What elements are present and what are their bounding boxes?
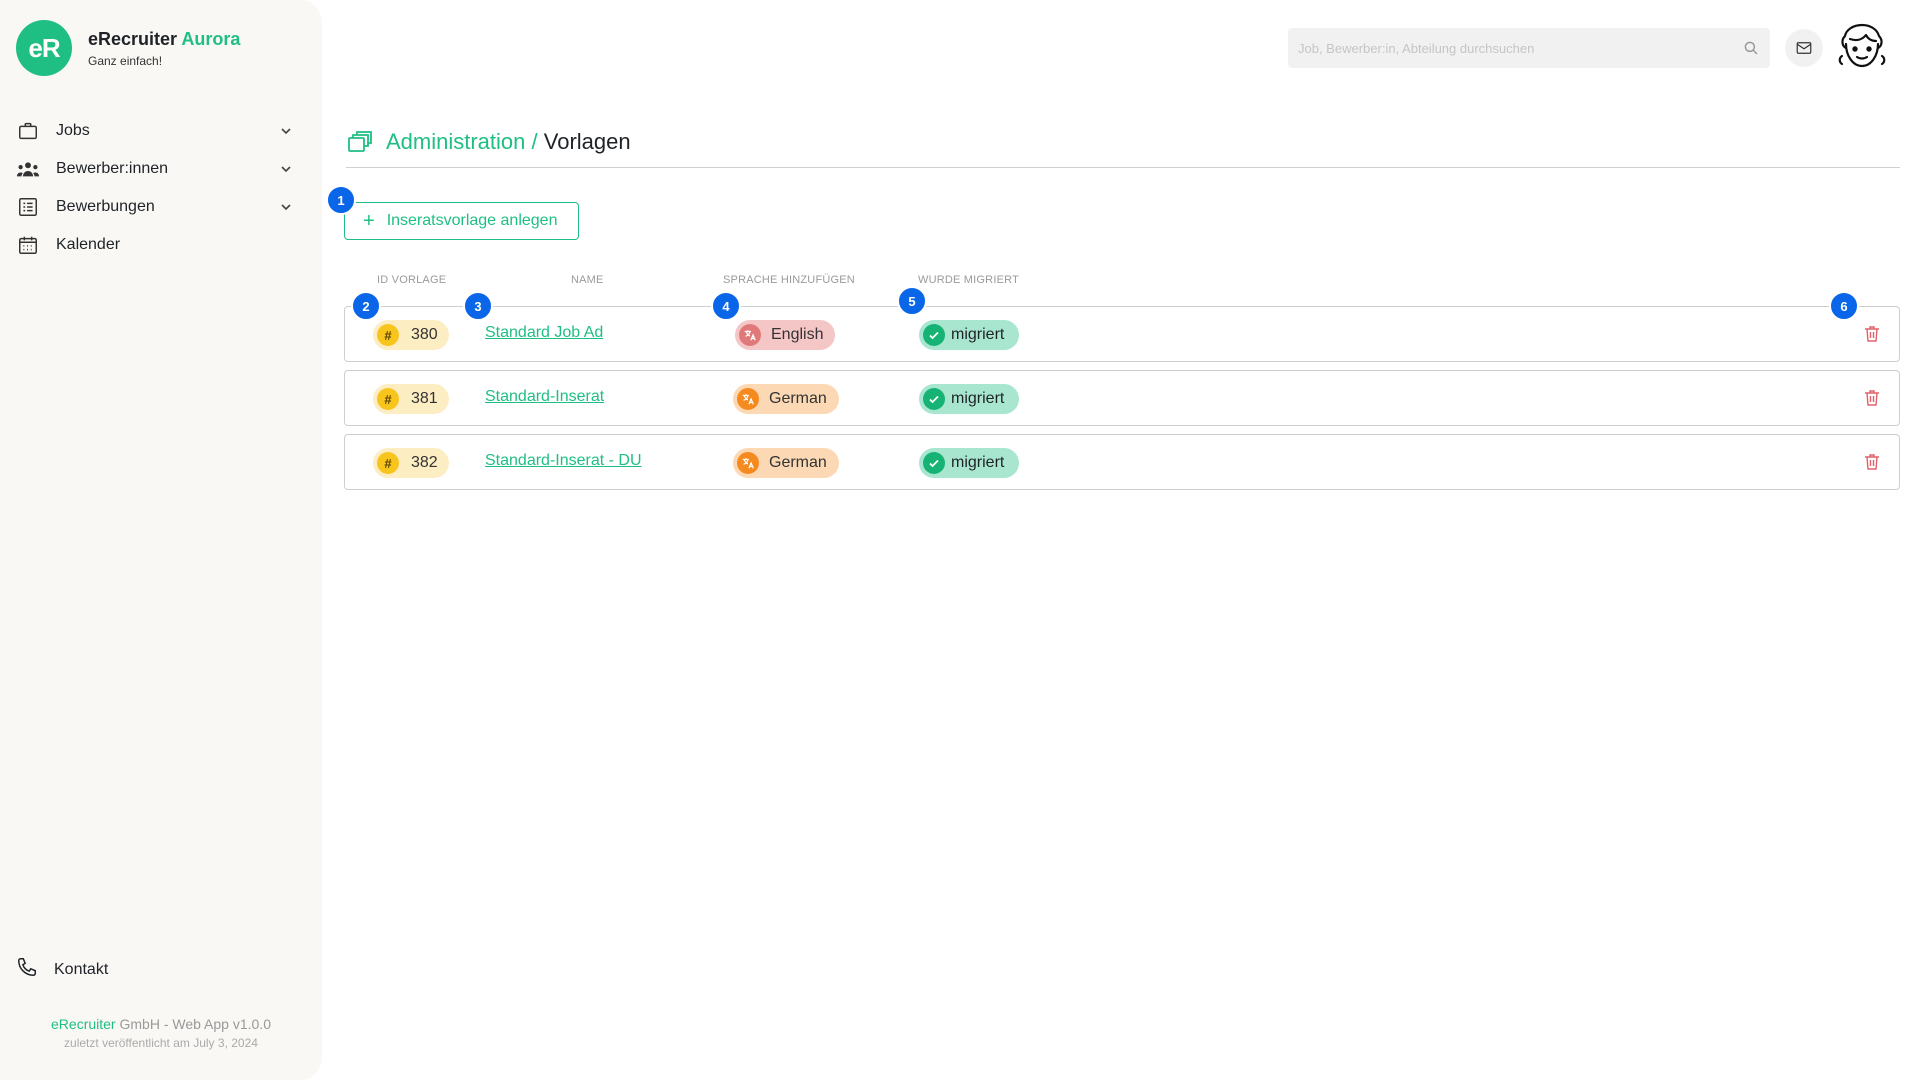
column-header-language: SPRACHE HINZUFÜGEN [723,274,855,286]
translate-icon [737,388,759,410]
template-id-badge: # 381 [373,384,449,414]
sidebar-item-label: Jobs [56,122,90,139]
migrated-badge: migriert [919,448,1019,478]
sidebar-item-label: Kalender [56,236,121,253]
trash-icon [1865,454,1879,470]
footer-company: eRecruiter GmbH - Web App v1.0.0 [0,1016,322,1032]
messages-button[interactable] [1785,29,1823,67]
breadcrumb: Administration / Vorlagen [386,129,631,155]
language-label: English [771,326,824,343]
plus-icon: + [363,210,375,232]
sidebar-item-kalender[interactable]: Kalender [0,226,322,264]
brand-name-main: eRecruiter [88,28,178,49]
chevron-down-icon[interactable] [278,199,294,215]
page-header: Administration / Vorlagen [346,128,631,156]
brand[interactable]: eR eRecruiter Aurora Ganz einfach! [16,20,240,76]
page-title: Vorlagen [543,129,631,154]
translate-icon [737,452,759,474]
add-template-button[interactable]: + Inseratsvorlage anlegen [344,202,579,240]
people-icon [16,157,40,181]
trash-icon [1865,326,1879,342]
brand-name: eRecruiter Aurora [88,29,240,50]
list-icon [16,195,40,219]
language-label: German [769,390,827,407]
chevron-down-icon[interactable] [278,161,294,177]
sidebar-footer: eRecruiter GmbH - Web App v1.0.0 zuletzt… [0,1016,322,1050]
delete-template-button[interactable] [1861,323,1883,345]
sidebar-item-bewerbungen[interactable]: Bewerbungen [0,188,322,226]
annotation-marker-6: 6 [1829,291,1859,321]
annotation-marker-5: 5 [897,286,927,316]
column-header-id: ID VORLAGE [377,274,447,286]
table-row: # 382 Standard-Inserat - DU German migri… [344,434,1900,490]
hash-icon: # [377,388,399,410]
column-header-migrated: WURDE MIGRIERT [918,274,1019,286]
translate-icon [739,324,761,346]
search-icon[interactable] [1742,39,1760,57]
migrated-label: migriert [951,454,1005,471]
logo: eR [16,20,72,76]
sidebar: eR eRecruiter Aurora Ganz einfach! Jobs … [0,0,322,1080]
sidebar-item-kontakt[interactable]: Kontakt [16,956,108,983]
search-input[interactable] [1298,40,1742,56]
check-icon [923,388,945,410]
table-row: # 380 Standard Job Ad English migriert [344,306,1900,362]
annotation-marker-2: 2 [351,291,381,321]
templates-icon [348,131,372,152]
template-id: 382 [411,454,438,471]
sidebar-item-label: Bewerbungen [56,198,155,215]
footer-company-rest: GmbH - Web App v1.0.0 [115,1016,271,1032]
column-header-name: NAME [571,274,604,286]
hash-icon: # [377,452,399,474]
template-id: 380 [411,326,438,343]
footer-company-accent[interactable]: eRecruiter [51,1016,116,1032]
brand-tagline: Ganz einfach! [88,53,163,68]
migrated-label: migriert [951,326,1005,343]
brand-name-accent: Aurora [181,28,241,49]
migrated-label: migriert [951,390,1005,407]
user-avatar[interactable] [1836,22,1888,74]
delete-template-button[interactable] [1861,387,1883,409]
language-badge[interactable]: German [733,448,839,478]
sidebar-item-label: Kontakt [54,960,109,978]
briefcase-icon [16,119,40,143]
template-name-link[interactable]: Standard-Inserat - DU [485,452,642,470]
template-id-badge: # 380 [373,320,449,350]
footer-published: zuletzt veröffentlicht am July 3, 2024 [64,1036,258,1050]
language-badge[interactable]: German [733,384,839,414]
chevron-down-icon[interactable] [278,123,294,139]
sidebar-nav: Jobs Bewerber:innen Bewerbungen Kalender [0,112,322,264]
sidebar-item-jobs[interactable]: Jobs [0,112,322,150]
annotation-marker-3: 3 [463,291,493,321]
check-icon [923,452,945,474]
trash-icon [1865,390,1879,406]
sidebar-item-bewerber[interactable]: Bewerber:innen [0,150,322,188]
template-id: 381 [411,390,438,407]
language-label: German [769,454,827,471]
calendar-icon [16,233,40,257]
mail-icon [1796,42,1812,54]
annotation-marker-4: 4 [711,291,741,321]
language-badge[interactable]: English [735,320,836,350]
hash-icon: # [377,324,399,346]
breadcrumb-administration[interactable]: Administration / [386,129,538,154]
check-icon [923,324,945,346]
template-name-link[interactable]: Standard-Inserat [485,388,604,406]
header-divider [346,167,1900,168]
global-search [1288,28,1770,68]
phone-icon [16,956,38,983]
annotation-marker-1: 1 [326,185,356,215]
add-template-label: Inseratsvorlage anlegen [386,212,558,229]
sidebar-item-label: Bewerber:innen [56,160,169,177]
avatar-face-icon [1838,23,1886,68]
template-id-badge: # 382 [373,448,449,478]
delete-template-button[interactable] [1861,451,1883,473]
migrated-badge: migriert [919,320,1019,350]
template-name-link[interactable]: Standard Job Ad [485,324,603,342]
table-row: # 381 Standard-Inserat German migriert [344,370,1900,426]
migrated-badge: migriert [919,384,1019,414]
